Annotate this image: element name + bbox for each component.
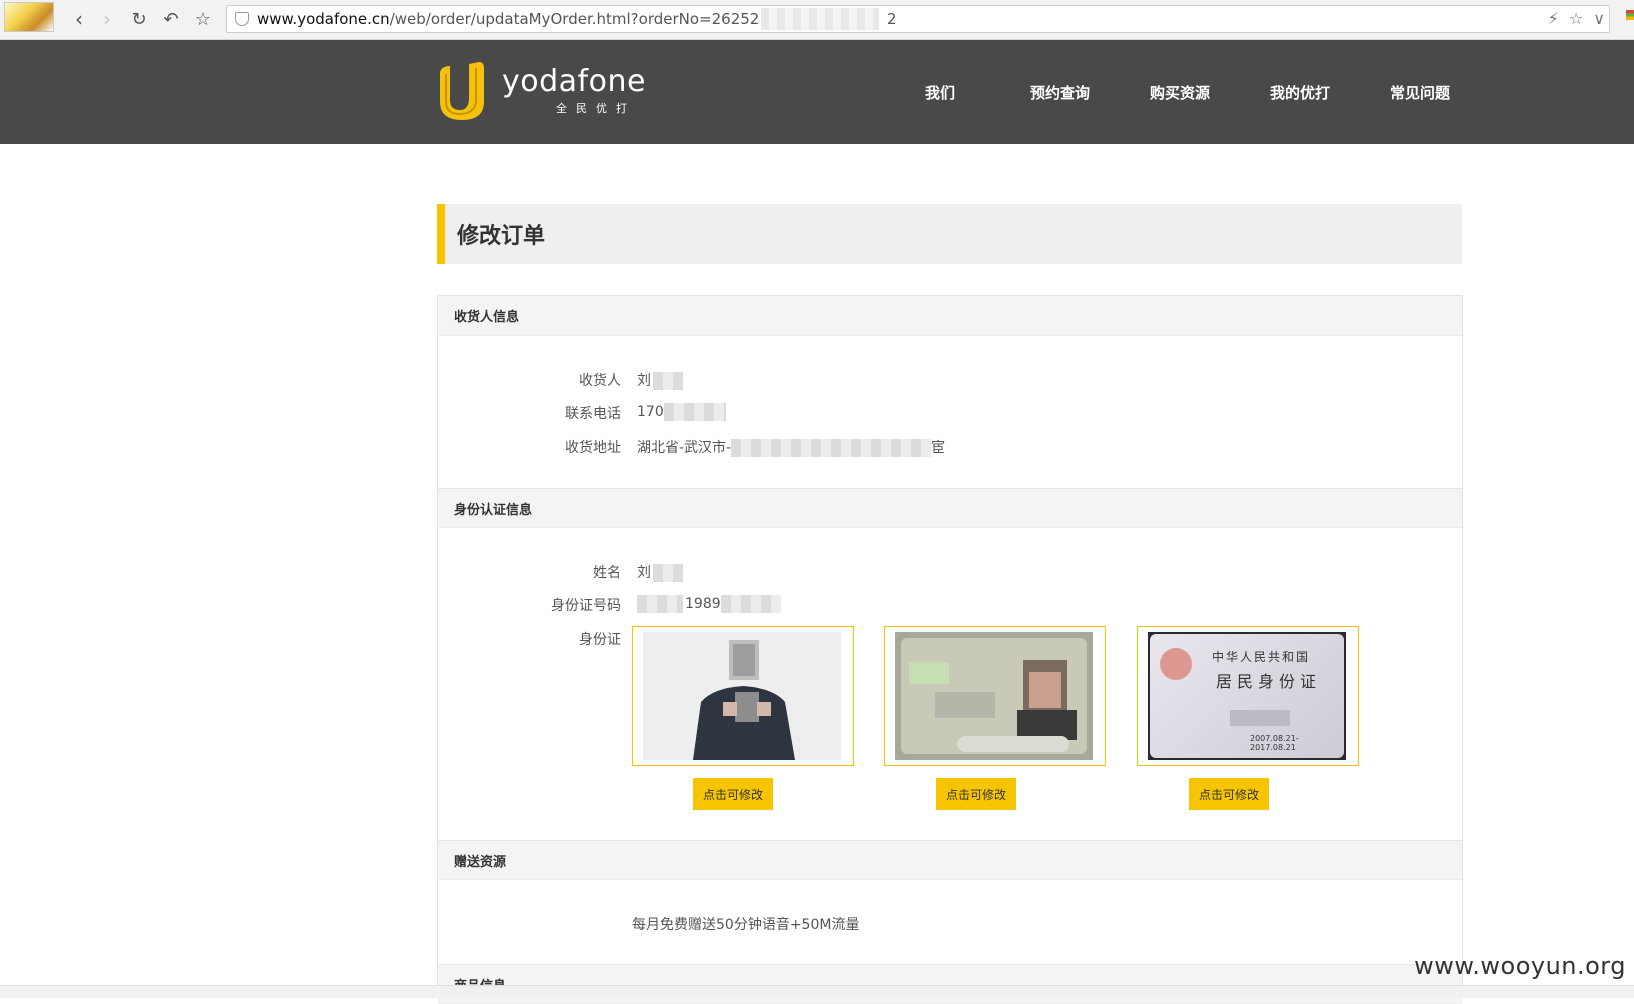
card-back-validity: 2007.08.21-2017.08.21 <box>1250 734 1299 752</box>
identity-name-value: 刘 <box>637 562 683 582</box>
identity-idno-value: 1989 <box>637 595 781 613</box>
redaction <box>653 564 683 582</box>
nav-item-about[interactable]: 我们 <box>880 82 1000 103</box>
recipient-phone-row: 联系电话 170 <box>438 403 1462 427</box>
brand-tagline: 全民优打 <box>556 102 636 115</box>
field-label: 联系电话 <box>565 406 621 422</box>
url-host: www.yodafone.cn <box>257 10 390 28</box>
redaction <box>653 372 683 390</box>
nav-item-my-yodafone[interactable]: 我的优打 <box>1240 82 1360 103</box>
identity-name-row: 姓名 刘 <box>438 562 1462 586</box>
id-photo-back[interactable]: 中华人民共和国 居民身份证 2007.08.21-2017.08.21 <box>1137 626 1359 766</box>
url-path: /web/order/updataMyOrder.html?orderNo=26… <box>389 10 760 28</box>
field-label: 收货地址 <box>565 440 621 456</box>
back-icon[interactable]: ‹ <box>66 6 92 32</box>
section-identity-header: 身份认证信息 <box>438 488 1462 528</box>
section-title: 赠送资源 <box>454 854 507 870</box>
security-shield-icon <box>235 12 249 26</box>
recipient-address-value: 湖北省-武汉市- 宦 <box>637 439 946 457</box>
recipient-name-row: 收货人 刘 <box>438 370 1462 394</box>
brand-logo[interactable]: yodafone 全民优打 <box>436 60 645 122</box>
url-text[interactable]: www.yodafone.cn/web/order/updataMyOrder.… <box>257 8 1609 30</box>
field-label: 身份证 <box>579 632 621 648</box>
field-label: 姓名 <box>593 565 621 581</box>
id-card-back-image: 中华人民共和国 居民身份证 2007.08.21-2017.08.21 <box>1150 634 1344 758</box>
url-redaction <box>761 8 879 30</box>
edit-id-photo-holding-button[interactable]: 点击可修改 <box>693 778 773 810</box>
nav-item-faq[interactable]: 常见问题 <box>1360 82 1480 103</box>
nav-item-buy-resources[interactable]: 购买资源 <box>1120 82 1240 103</box>
recipient-phone-value: 170 <box>637 403 726 421</box>
id-photo-front[interactable] <box>884 626 1106 766</box>
card-back-subtitle: 居民身份证 <box>1216 672 1322 691</box>
gift-description: 每月免费赠送50分钟语音+50M流量 <box>632 917 860 933</box>
page-title-bar: 修改订单 <box>437 204 1462 264</box>
redaction <box>720 595 781 613</box>
section-title: 身份认证信息 <box>454 502 533 518</box>
watermark: www.wooyun.org <box>1414 952 1626 980</box>
id-photo-holding[interactable] <box>632 626 854 766</box>
edit-id-photo-back-button[interactable]: 点击可修改 <box>1189 778 1269 810</box>
yodafone-logo-icon <box>436 62 486 120</box>
nav-item-booking-query[interactable]: 预约查询 <box>1000 82 1120 103</box>
browser-toolbar: ‹ › ↻ ↶ ☆ www.yodafone.cn/web/order/upda… <box>0 0 1634 40</box>
field-label: 身份证号码 <box>551 598 621 614</box>
page-title: 修改订单 <box>457 224 546 249</box>
main-nav: 我们 预约查询 购买资源 我的优打 常见问题 <box>880 40 1480 144</box>
address-bar[interactable]: www.yodafone.cn/web/order/updataMyOrder.… <box>226 5 1610 33</box>
section-title: 收货人信息 <box>454 310 520 325</box>
edit-id-photo-front-button[interactable]: 点击可修改 <box>936 778 1016 810</box>
extension-icon[interactable] <box>1626 10 1634 20</box>
redaction <box>1230 710 1290 726</box>
bookmark-star-icon[interactable]: ☆ <box>190 6 216 32</box>
id-card-front-image <box>895 632 1093 760</box>
recipient-address-row: 收货地址 湖北省-武汉市- 宦 <box>438 437 1462 461</box>
order-panel: 收货人信息 收货人 刘 联系电话 170 收货地址 湖北省-武汉市- 宦 身份认证… <box>437 295 1463 1004</box>
forward-icon[interactable]: › <box>94 6 120 32</box>
url-tail: 2 <box>887 10 897 28</box>
favorite-star-icon[interactable]: ☆ <box>1569 9 1583 28</box>
undo-icon[interactable]: ↶ <box>158 6 184 32</box>
reload-icon[interactable]: ↻ <box>126 6 152 32</box>
redaction <box>663 403 726 421</box>
tab-thumbnail-icon[interactable] <box>4 2 54 32</box>
card-back-title: 中华人民共和国 <box>1212 650 1311 664</box>
horizontal-scrollbar[interactable] <box>0 985 1634 998</box>
identity-idno-row: 身份证号码 1989 <box>438 595 1462 619</box>
person-holding-id-image <box>643 632 841 760</box>
field-label: 收货人 <box>579 373 621 389</box>
chevron-down-icon[interactable]: ∨ <box>1593 9 1605 28</box>
lightning-icon[interactable]: ⚡ <box>1548 9 1559 28</box>
brand-name: yodafone <box>502 64 646 99</box>
national-emblem-icon <box>1160 648 1192 680</box>
section-recipient-header: 收货人信息 <box>438 296 1462 336</box>
recipient-name-value: 刘 <box>637 370 683 390</box>
redaction <box>637 595 683 613</box>
redaction <box>731 439 932 457</box>
section-gift-header: 赠送资源 <box>438 840 1462 880</box>
section-product-header: 商品信息 <box>438 964 1462 1004</box>
